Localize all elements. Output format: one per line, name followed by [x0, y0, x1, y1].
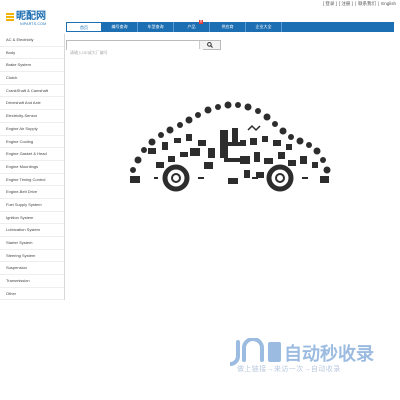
sidebar-item[interactable]: Lubrication System [0, 224, 64, 237]
car-parts-illustration [130, 101, 331, 192]
new-badge: 新 [199, 20, 203, 24]
separator: | [378, 1, 380, 6]
sidebar-item[interactable]: Driveshaft And Axle [0, 97, 64, 111]
top-links: [ 登录 ] [ 注册 ] | 联系我们 | English [323, 1, 396, 7]
sidebar-item[interactable]: Engine Timing Control [0, 174, 64, 187]
sidebar-item[interactable]: Engine-Belt Drive [0, 186, 64, 199]
sidebar-item[interactable]: Ignition System [0, 212, 64, 225]
search-button[interactable] [199, 41, 220, 49]
search-icon [207, 42, 213, 48]
tab-suppliers[interactable]: 供应商 [210, 22, 246, 32]
sidebar-item[interactable]: CrankShaft & Camshaft [0, 85, 64, 98]
watermark-title: 自动秒收录 [284, 343, 374, 364]
sidebar-item[interactable]: Engine Gasket & Head [0, 148, 64, 161]
tab-number-query[interactable]: 编号查询 [102, 22, 138, 32]
sidebar-item[interactable]: Suspension [0, 262, 64, 276]
register-link[interactable]: [ 注册 ] [339, 1, 353, 7]
separator: | [354, 1, 357, 6]
tab-companies[interactable]: 企业大全 [246, 22, 282, 32]
english-link[interactable]: English [381, 1, 396, 7]
search-input[interactable] [67, 48, 203, 57]
tab-products[interactable]: 产品新 [174, 20, 210, 32]
tab-home[interactable]: 首页 [66, 22, 102, 32]
logo-subtitle: NIPARTS.COM [20, 22, 47, 26]
login-link[interactable]: [ 登录 ] [323, 1, 337, 7]
top-bar: [ 登录 ] [ 注册 ] | 联系我们 | English 昵配网 NIPAR… [0, 0, 400, 26]
sidebar-item[interactable]: AC & Electricity [0, 34, 64, 47]
sidebar-item[interactable]: Other [0, 288, 64, 301]
sidebar-item[interactable]: Engine Air Supply [0, 123, 64, 136]
sidebar-item[interactable]: Electricity-Sensor [0, 110, 64, 123]
logo-name: 昵配网 [16, 11, 46, 22]
sidebar-item[interactable]: Engine Cooling [0, 136, 64, 149]
sidebar-item[interactable]: Body [0, 47, 64, 60]
sidebar-item[interactable]: Brake System [0, 59, 64, 73]
sidebar-item[interactable]: Starter System [0, 237, 64, 250]
main-nav: 首页 编号查询 车型查询 产品新 供应商 企业大全 [66, 20, 394, 32]
sidebar-item[interactable]: Fuel Supply System [0, 199, 64, 212]
sidebar-item[interactable]: Steering System [0, 250, 64, 263]
site-logo[interactable]: 昵配网 NIPARTS.COM [6, 11, 46, 26]
sidebar-item[interactable]: Engine Mountings [0, 161, 64, 174]
tab-products-label: 产品 [187, 24, 196, 29]
search-box [66, 40, 221, 57]
contact-link[interactable]: 联系我们 [358, 1, 376, 7]
sidebar-item[interactable]: Clutch [0, 72, 64, 85]
tab-vehicle-query[interactable]: 车型查询 [138, 22, 174, 32]
category-sidebar: AC & Electricity Body Brake System Clutc… [0, 34, 65, 301]
sidebar-item[interactable]: Transmission [0, 275, 64, 288]
logo-icon [6, 13, 14, 21]
watermark-slogan: 做上链接→来访一次→自动收录 [237, 366, 341, 373]
